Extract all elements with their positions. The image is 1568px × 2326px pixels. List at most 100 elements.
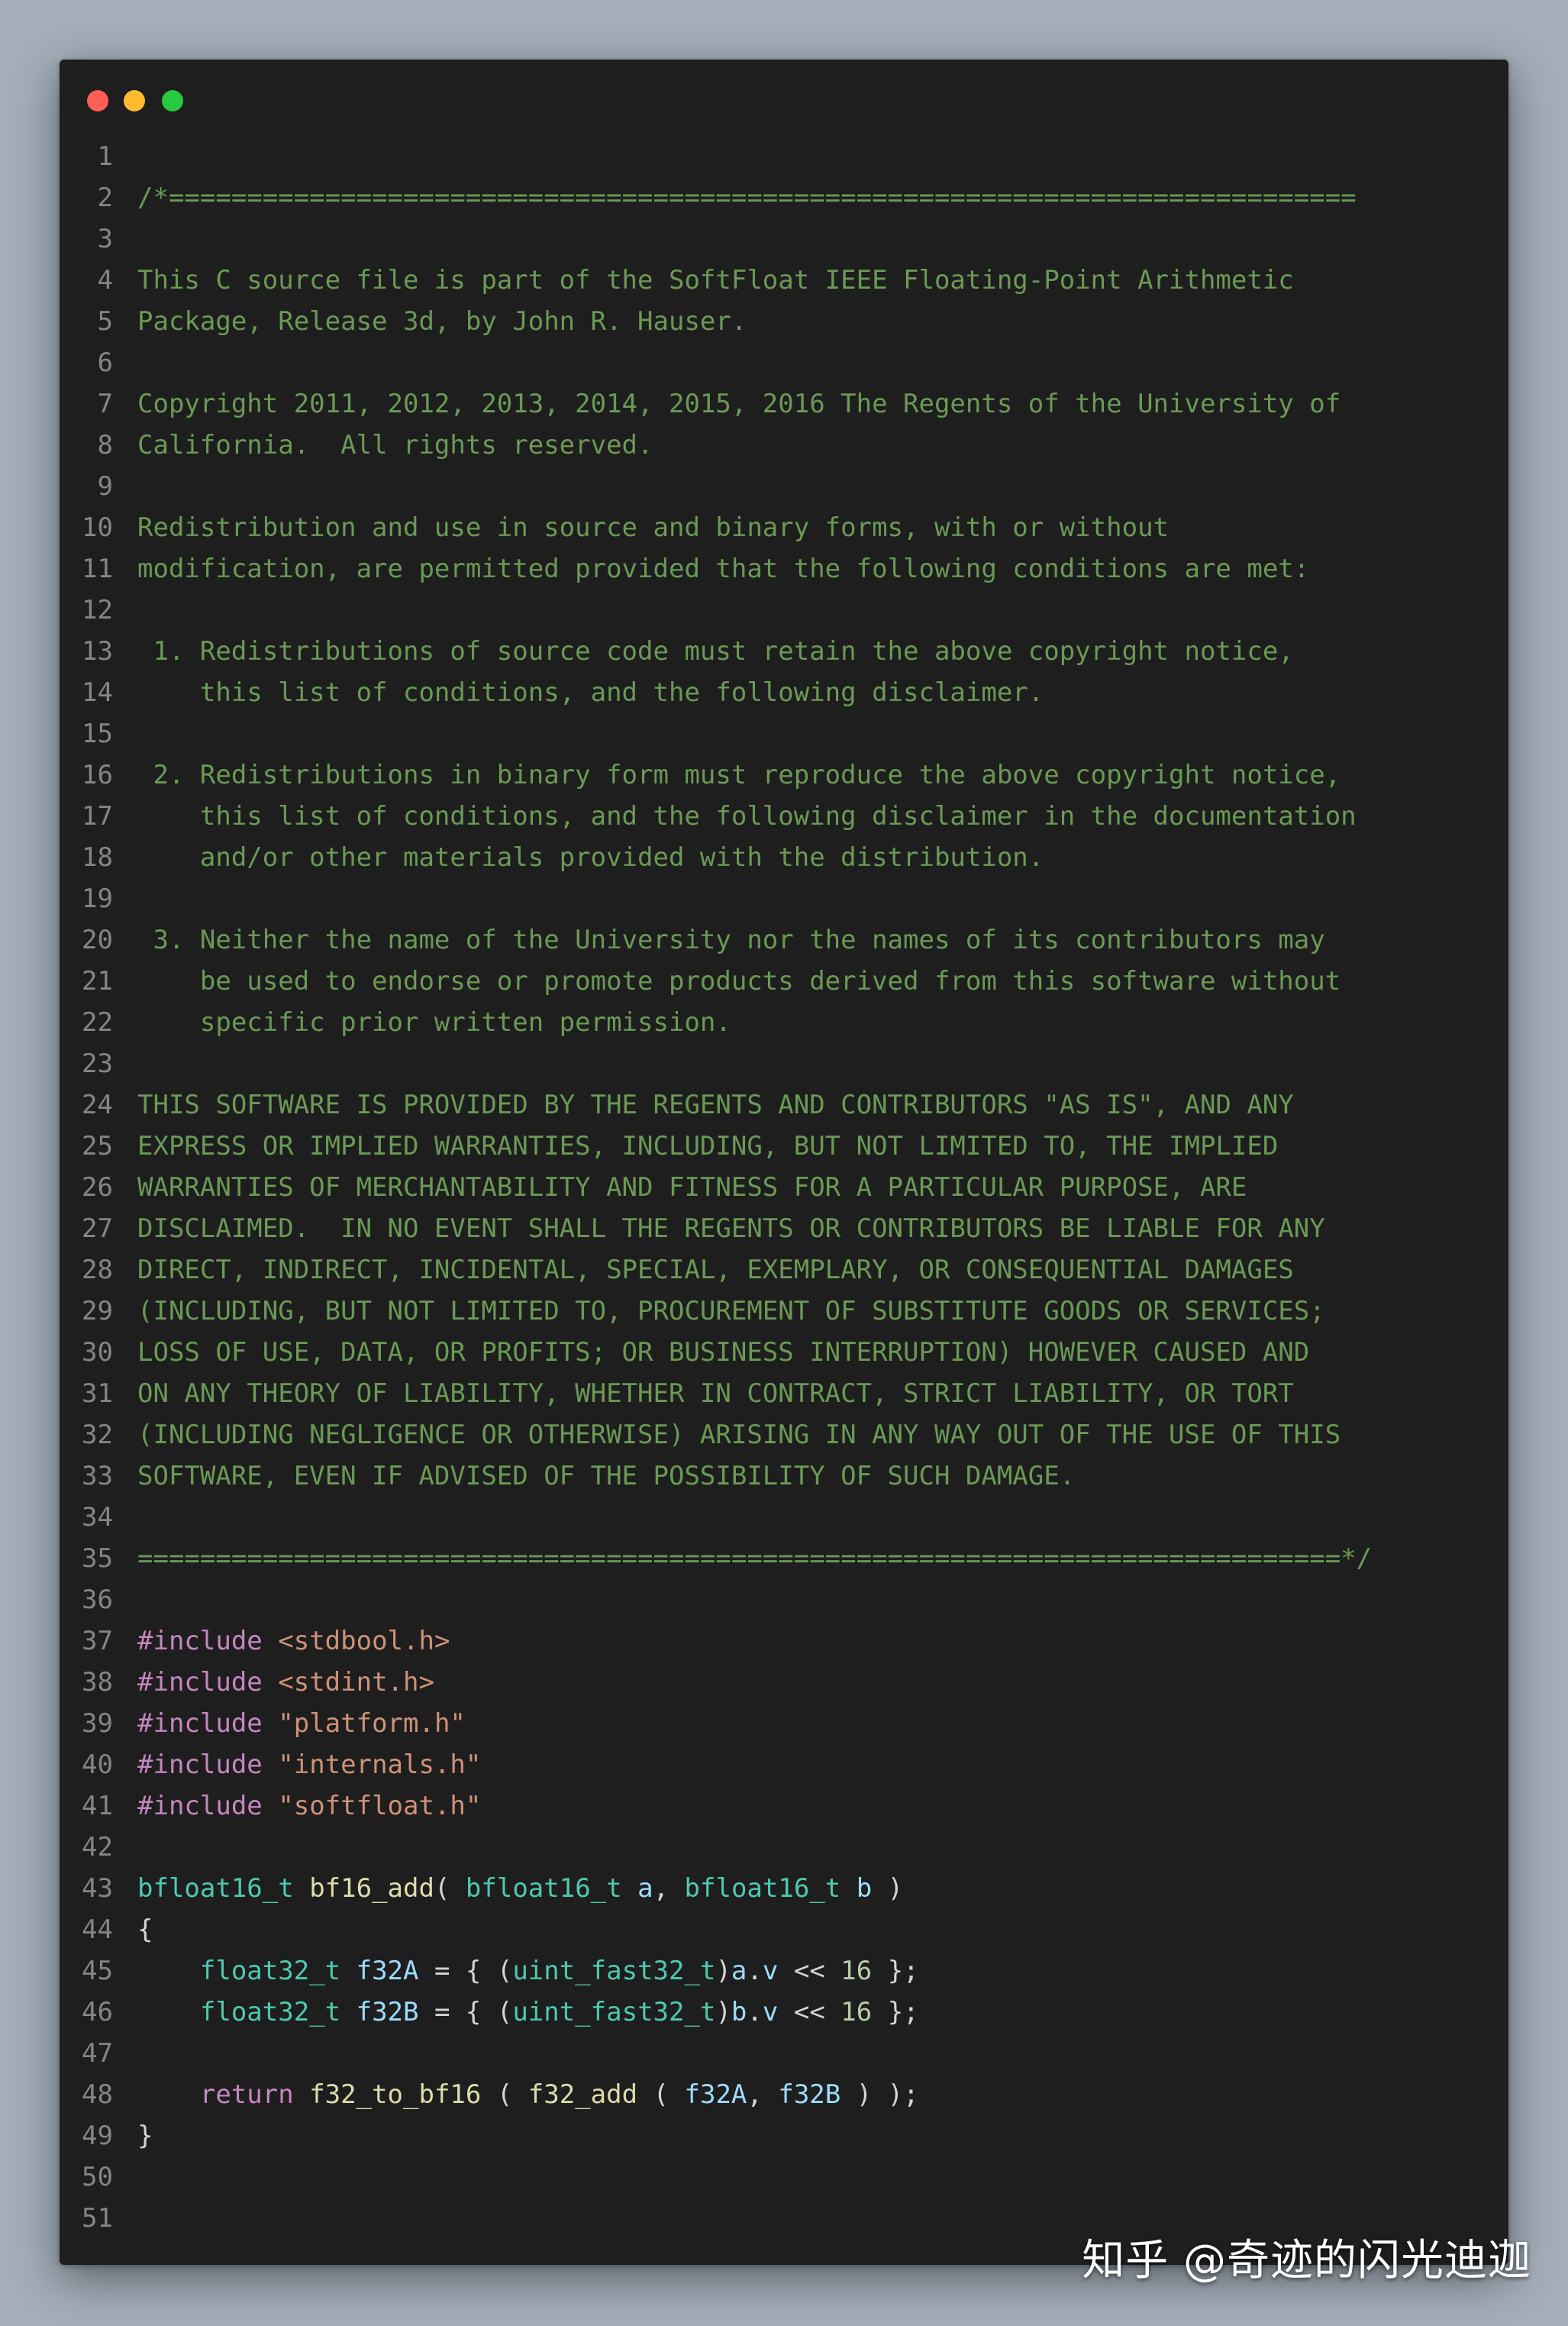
line-number: 18 [82, 842, 113, 873]
code-token: ( [637, 2079, 685, 2110]
code-line: 27 DISCLAIMED. IN NO EVENT SHALL THE REGE… [60, 1208, 1508, 1249]
line-number: 28 [82, 1255, 113, 1285]
line-number: 12 [82, 595, 113, 625]
code-token: f32A [684, 2079, 747, 2110]
code-line: 3 [60, 218, 1508, 260]
line-text: return f32_to_bf16 ( f32_add ( f32A, f32… [137, 2074, 919, 2115]
code-token: be used to endorse or promote products d… [137, 966, 1341, 997]
minimize-button[interactable] [124, 90, 145, 111]
code-line: 18 and/or other materials provided with … [60, 837, 1508, 878]
line-text: DISCLAIMED. IN NO EVENT SHALL THE REGENT… [137, 1208, 1325, 1249]
code-line: 19 [60, 878, 1508, 919]
code-token: 16 [840, 1997, 873, 2027]
line-text: this list of conditions, and the followi… [137, 672, 1044, 713]
line-text: Copyright 2011, 2012, 2013, 2014, 2015, … [137, 383, 1341, 425]
line-text: #include "softfloat.h" [137, 1785, 481, 1827]
code-token: 3. Neither the name of the University no… [137, 925, 1325, 955]
code-token: bf16_add [309, 1873, 434, 1904]
code-token: bfloat16_t [684, 1873, 841, 1904]
code-line: 32 (INCLUDING NEGLIGENCE OR OTHERWISE) AR… [60, 1414, 1508, 1455]
code-token: b [856, 1873, 873, 1904]
line-text: LOSS OF USE, DATA, OR PROFITS; OR BUSINE… [137, 1332, 1309, 1373]
code-token: #include [137, 1708, 263, 1739]
code-line: 50 [60, 2156, 1508, 2198]
code-line: 35 ======================================… [60, 1538, 1508, 1579]
code-line: 7 Copyright 2011, 2012, 2013, 2014, 2015,… [60, 383, 1508, 425]
code-token: << [778, 1997, 841, 2027]
code-line: 11 modification, are permitted provided t… [60, 548, 1508, 590]
line-number: 11 [82, 554, 113, 584]
line-text: (INCLUDING, BUT NOT LIMITED TO, PROCUREM… [137, 1291, 1325, 1332]
code-token: #include [137, 1749, 263, 1780]
code-token: modification, are permitted provided tha… [137, 554, 1310, 584]
code-line: 40 #include "internals.h" [60, 1744, 1508, 1785]
line-number: 50 [82, 2162, 113, 2192]
code-line: 21 be used to endorse or promote product… [60, 961, 1508, 1002]
code-area[interactable]: 1 2 /*====================================… [60, 136, 1508, 2239]
code-token: ) [715, 1997, 731, 2027]
line-number: 34 [82, 1502, 113, 1533]
code-line: 37 #include <stdbool.h> [60, 1620, 1508, 1662]
line-number: 5 [97, 306, 113, 337]
line-number: 37 [82, 1626, 113, 1656]
code-token: a [637, 1873, 653, 1904]
line-text: float32_t f32B = { (uint_fast32_t)b.v <<… [137, 1992, 919, 2033]
line-number: 31 [82, 1378, 113, 1409]
line-number: 9 [97, 471, 113, 502]
code-token: specific prior written permission. [137, 1007, 731, 1038]
code-token: 1. Redistributions of source code must r… [137, 636, 1294, 667]
code-token: #include [137, 1667, 263, 1698]
line-text: ON ANY THEORY OF LIABILITY, WHETHER IN C… [137, 1373, 1294, 1414]
line-number: 7 [97, 389, 113, 419]
line-text: float32_t f32A = { (uint_fast32_t)a.v <<… [137, 1950, 919, 1992]
code-token: = { ( [418, 1997, 513, 2027]
code-token: { [137, 1914, 153, 1945]
code-line: 44 { [60, 1909, 1508, 1950]
code-token: uint_fast32_t [512, 1997, 716, 2027]
code-line: 26 WARRANTIES OF MERCHANTABILITY AND FITN… [60, 1167, 1508, 1208]
line-text: ========================================… [137, 1538, 1372, 1579]
line-text: 3. Neither the name of the University no… [137, 919, 1325, 961]
line-number: 33 [82, 1461, 113, 1491]
code-line: 20 3. Neither the name of the University… [60, 919, 1508, 961]
code-token: v [762, 1956, 779, 1986]
code-token: "platform.h" [278, 1708, 466, 1739]
code-token: f32_to_bf16 [309, 2079, 482, 2110]
code-line: 17 this list of conditions, and the foll… [60, 796, 1508, 837]
title-bar [60, 60, 1508, 136]
code-token: DISCLAIMED. IN NO EVENT SHALL THE REGENT… [137, 1213, 1325, 1244]
close-button[interactable] [87, 90, 108, 111]
line-number: 39 [82, 1708, 113, 1739]
code-line: 42 [60, 1827, 1508, 1868]
code-token: bfloat16_t [137, 1873, 294, 1904]
code-token: California. All rights reserved. [137, 430, 653, 460]
line-number: 41 [82, 1791, 113, 1821]
maximize-button[interactable] [162, 90, 183, 111]
code-token: "softfloat.h" [278, 1791, 482, 1821]
code-line: 34 [60, 1497, 1508, 1538]
code-token: ) [715, 1956, 731, 1986]
code-token: 2. Redistributions in binary form must r… [137, 760, 1341, 790]
line-number: 17 [82, 801, 113, 832]
line-number: 30 [82, 1337, 113, 1368]
line-text: /*======================================… [137, 177, 1357, 218]
line-text: #include <stdint.h> [137, 1662, 434, 1703]
code-line: 13 1. Redistributions of source code mus… [60, 631, 1508, 672]
code-line: 5 Package, Release 3d, by John R. Hauser. [60, 301, 1508, 342]
line-number: 45 [82, 1956, 113, 1986]
line-text: DIRECT, INDIRECT, INCIDENTAL, SPECIAL, E… [137, 1249, 1294, 1291]
code-line: 36 [60, 1579, 1508, 1620]
line-text: 2. Redistributions in binary form must r… [137, 754, 1341, 796]
line-text: California. All rights reserved. [137, 425, 653, 466]
code-line: 10 Redistribution and use in source and b… [60, 507, 1508, 548]
line-number: 38 [82, 1667, 113, 1698]
line-number: 21 [82, 966, 113, 997]
